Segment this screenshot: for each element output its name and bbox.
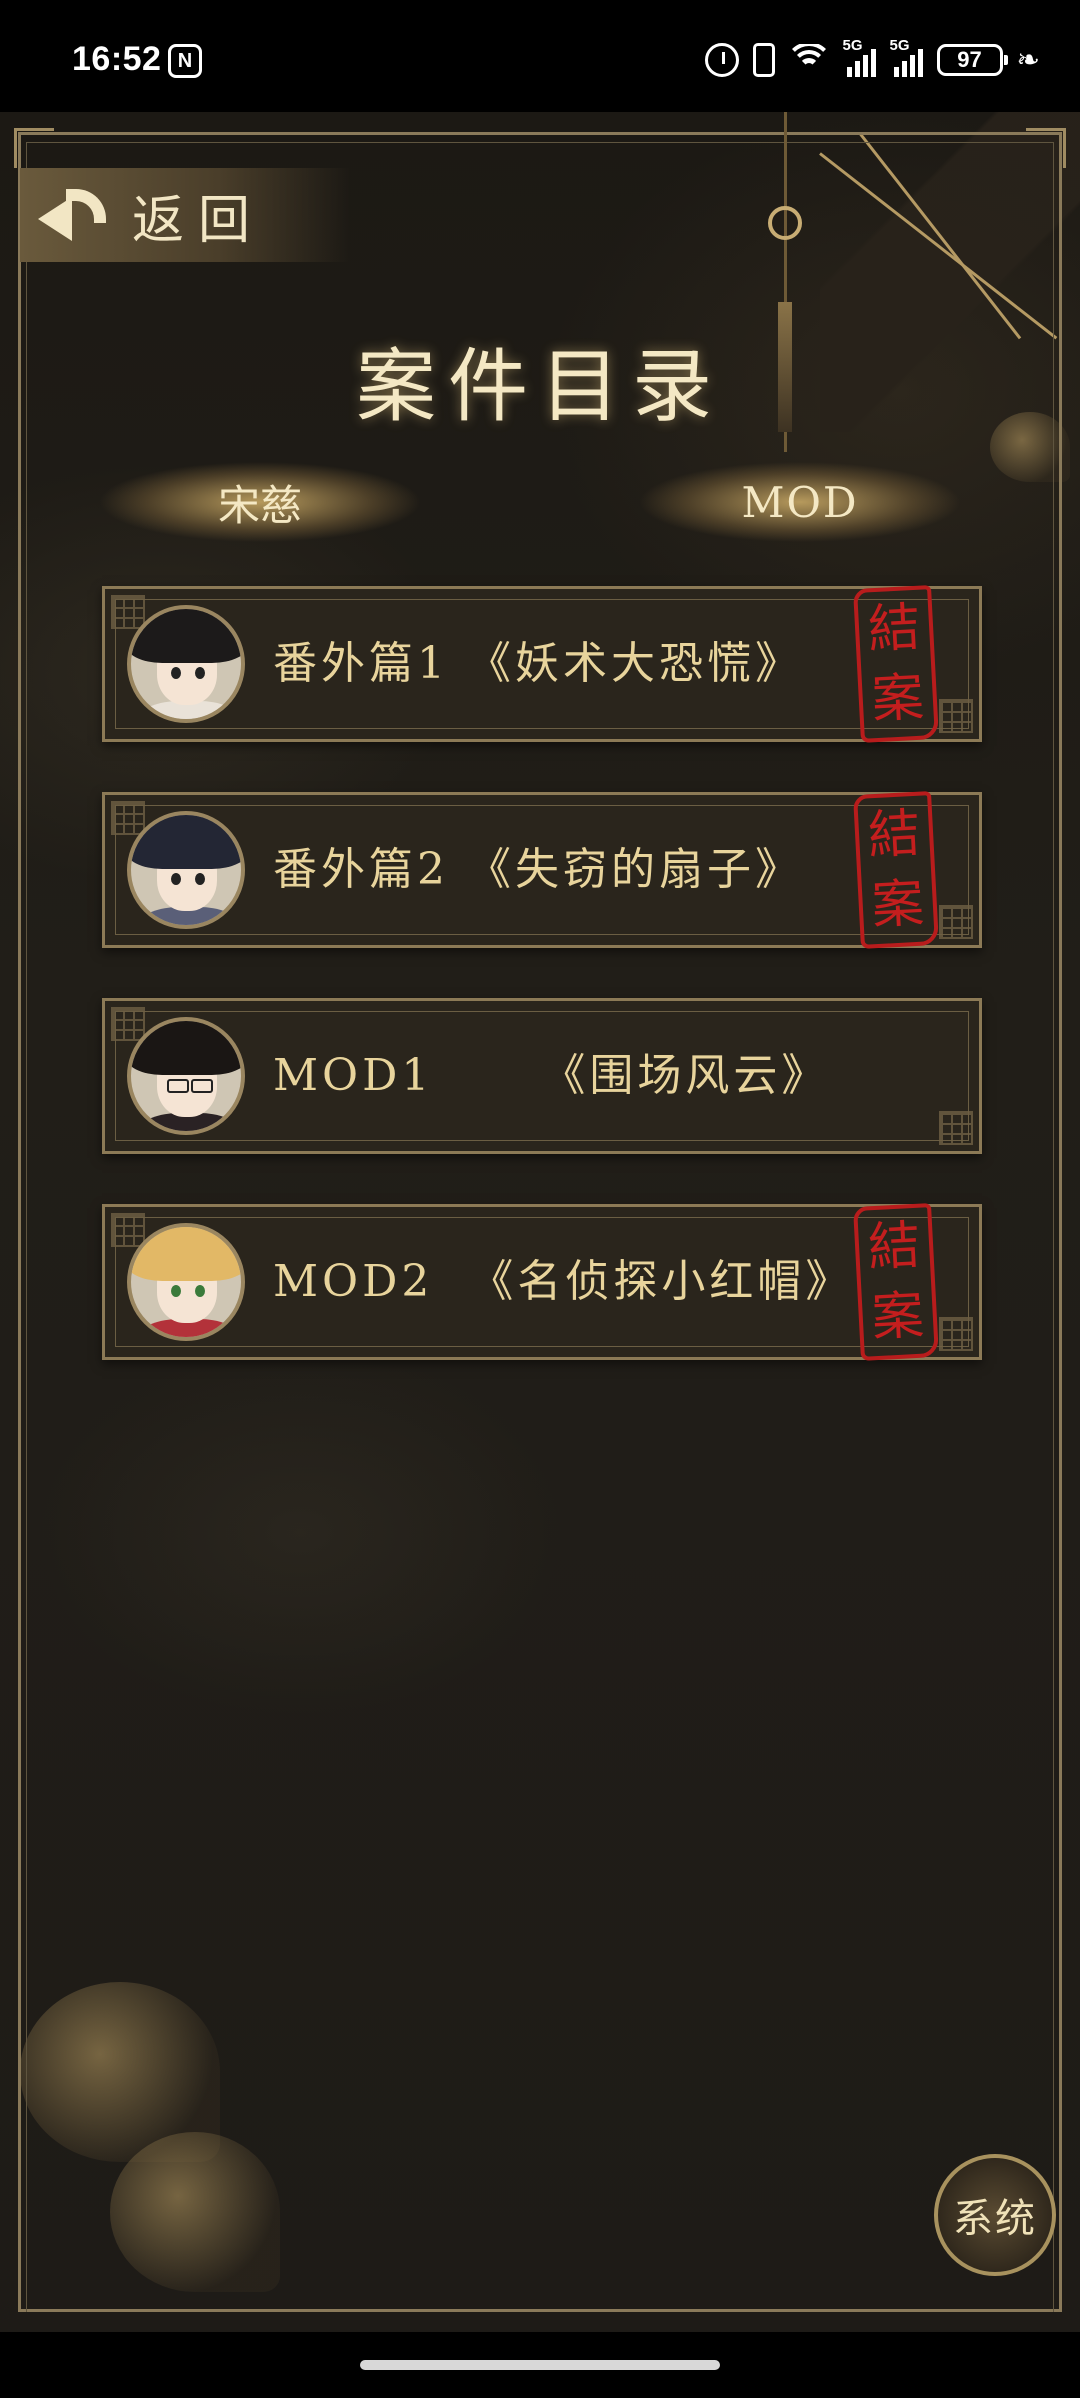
alarm-icon (704, 43, 739, 77)
character-avatar (127, 811, 245, 929)
character-avatar (127, 1017, 245, 1135)
character-avatar (127, 1223, 245, 1341)
stamp-char: 結 (866, 597, 922, 661)
stamp-char: 結 (866, 1215, 922, 1279)
case-title: 番外篇1 《妖术大恐慌》 (273, 638, 803, 689)
home-gesture-handle[interactable] (360, 2360, 720, 2370)
case-item[interactable]: 番外篇1 《妖术大恐慌》 結 案 (102, 585, 982, 743)
tab-mod[interactable]: MOD (640, 462, 960, 542)
case-catalog-screen: 返回 案件目录 宋慈 MOD 番外篇1 《妖术大恐慌》 結 案 番外篇2 《失窃… (0, 112, 1080, 2332)
vibrate-icon (752, 43, 775, 77)
battery-icon: 97 (936, 44, 1008, 76)
stamp-char: 案 (870, 1285, 926, 1349)
case-closed-stamp: 結 案 (853, 791, 939, 949)
lattice-ornament (939, 1317, 973, 1351)
stamp-char: 結 (866, 803, 922, 867)
back-arrow-icon (38, 185, 118, 245)
case-title: 番外篇2 《失窃的扇子》 (273, 844, 803, 895)
tab-song-ci[interactable]: 宋慈 (100, 462, 420, 542)
system-button[interactable]: 系统 (934, 2154, 1056, 2276)
case-item[interactable]: MOD2 《名侦探小红帽》 結 案 (102, 1203, 982, 1361)
navigation-bar (0, 2332, 1080, 2398)
signal-icon-1: 5G (843, 37, 876, 77)
character-avatar (127, 605, 245, 723)
lattice-ornament (939, 905, 973, 939)
leaf-icon: ❧ (1016, 44, 1040, 75)
network-type-1: 5G (842, 37, 863, 54)
stamp-char: 案 (870, 667, 926, 731)
frame-corner (14, 128, 54, 168)
case-item[interactable]: MOD1 《围场风云》 (102, 998, 982, 1154)
lattice-ornament (939, 699, 973, 733)
status-time: 16:52 (72, 40, 162, 78)
frame-corner (1026, 128, 1066, 168)
page-title: 案件目录 (356, 340, 724, 433)
status-bar: 16:52 N 5G 5G 97 ❧ (0, 0, 1080, 112)
signal-icon-2: 5G (890, 37, 923, 77)
back-button[interactable]: 返回 (20, 168, 350, 262)
back-label: 返回 (132, 190, 265, 251)
case-closed-stamp: 結 案 (853, 585, 939, 743)
case-title: MOD2 《名侦探小红帽》 (273, 1256, 854, 1307)
case-item[interactable]: 番外篇2 《失窃的扇子》 結 案 (102, 791, 982, 949)
wifi-icon (788, 44, 829, 76)
status-icons: 5G 5G 97 ❧ (704, 37, 1040, 80)
case-closed-stamp: 結 案 (853, 1203, 939, 1361)
stamp-char: 案 (870, 873, 926, 937)
lattice-ornament (939, 1111, 973, 1145)
case-title: MOD1 《围场风云》 (273, 1050, 830, 1101)
network-type-2: 5G (889, 37, 910, 54)
nfc-icon: N (168, 44, 202, 78)
